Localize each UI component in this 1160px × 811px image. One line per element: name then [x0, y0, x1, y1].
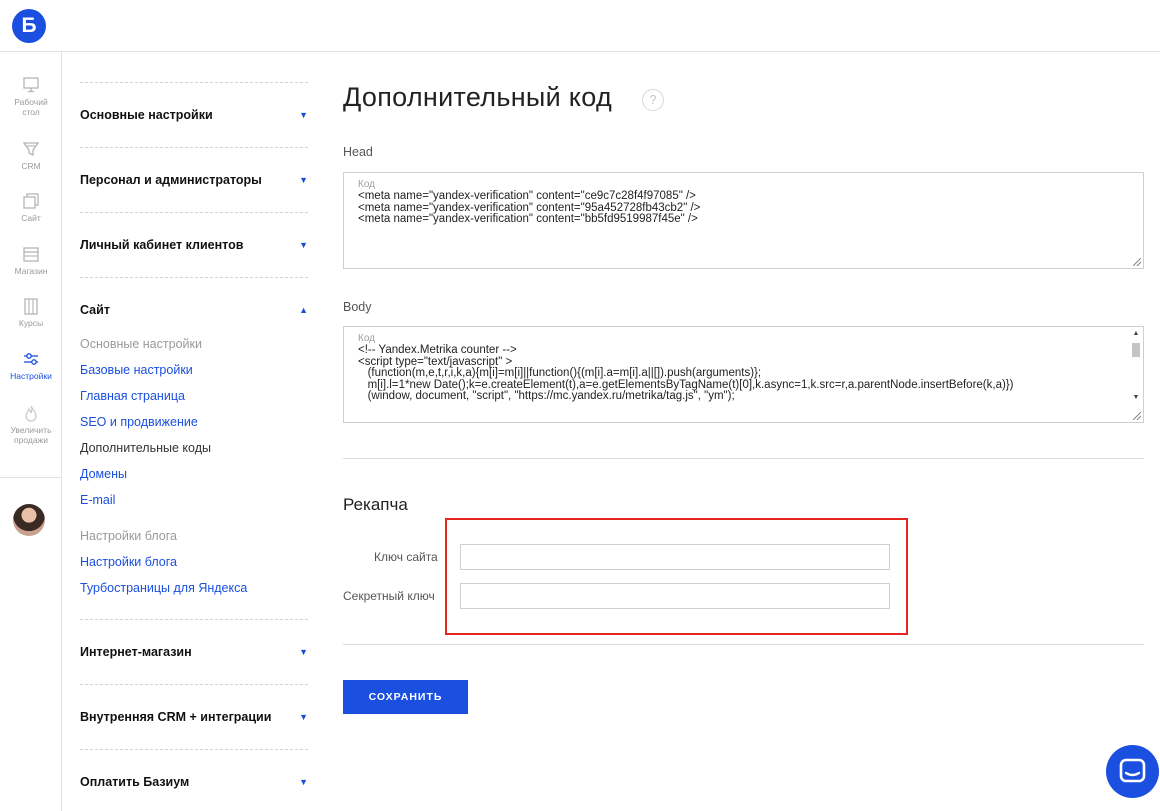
- site-pages-icon: [23, 193, 39, 209]
- menu-section-title: Личный кабинет клиентов: [80, 238, 244, 252]
- head-code-textarea[interactable]: Код <meta name="yandex-verification" con…: [343, 172, 1144, 269]
- menu-section-title: Интернет-магазин: [80, 645, 192, 659]
- brand-logo[interactable]: Б: [12, 9, 46, 43]
- chevron-down-icon: ▼: [299, 110, 308, 120]
- rail-item-settings[interactable]: Настройки: [0, 350, 62, 381]
- top-header: Б: [0, 0, 1160, 52]
- monitor-icon: [23, 77, 39, 93]
- rail-item-courses[interactable]: Курсы: [0, 297, 62, 328]
- chevron-down-icon: ▼: [299, 647, 308, 657]
- site-key-input[interactable]: [460, 544, 890, 570]
- user-avatar[interactable]: [13, 504, 45, 536]
- textarea-scrollbar[interactable]: ▲ ▼: [1129, 327, 1143, 422]
- submenu-link-seo[interactable]: SEO и продвижение: [80, 409, 308, 435]
- chevron-down-icon: ▼: [299, 712, 308, 722]
- scroll-up-arrow-icon[interactable]: ▲: [1129, 327, 1143, 341]
- chat-bubble-icon: [1119, 758, 1146, 783]
- menu-section-client-cabinet[interactable]: Личный кабинет клиентов ▼: [80, 213, 308, 277]
- secret-key-input[interactable]: [460, 583, 890, 609]
- shop-icon: [23, 247, 39, 262]
- chevron-down-icon: ▼: [299, 777, 308, 787]
- recaptcha-title: Рекапча: [343, 495, 408, 514]
- submenu-link-blog-settings[interactable]: Настройки блога: [80, 549, 308, 575]
- flame-icon: [25, 405, 37, 422]
- menu-section-main-settings[interactable]: Основные настройки ▼: [80, 83, 308, 147]
- chevron-up-icon: ▲: [299, 305, 308, 315]
- rail-item-boost-sales[interactable]: Увеличить продажи: [0, 404, 62, 445]
- resize-handle-icon[interactable]: [1133, 258, 1141, 266]
- code-line: <meta name="yandex-verification" content…: [358, 190, 696, 202]
- rail-label: Курсы: [18, 318, 44, 328]
- rail-divider: [0, 477, 62, 478]
- rail-label: CRM: [21, 161, 41, 171]
- menu-section-title: Сайт: [80, 303, 110, 317]
- code-line: <meta name="yandex-verification" content…: [358, 213, 698, 225]
- help-icon[interactable]: ?: [642, 89, 664, 111]
- rail-item-crm[interactable]: CRM: [0, 140, 62, 171]
- menu-section-staff[interactable]: Персонал и администраторы ▼: [80, 148, 308, 212]
- menu-section-site[interactable]: Сайт ▲: [80, 278, 308, 342]
- submenu-link-domains[interactable]: Домены: [80, 461, 308, 487]
- menu-section-title: Персонал и администраторы: [80, 173, 262, 187]
- menu-section-pay-bazium[interactable]: Оплатить Базиум ▼: [80, 750, 308, 811]
- menu-section-online-shop[interactable]: Интернет-магазин ▼: [80, 620, 308, 684]
- site-key-label: Ключ сайта: [374, 550, 438, 564]
- save-button[interactable]: СОХРАНИТЬ: [343, 680, 468, 714]
- menu-section-crm-integrations[interactable]: Внутренняя CRM + интеграции ▼: [80, 685, 308, 749]
- rail-item-site[interactable]: Сайт: [0, 192, 62, 223]
- menu-section-title: Внутренняя CRM + интеграции: [80, 710, 272, 724]
- page-title: Дополнительный код: [343, 82, 612, 112]
- resize-handle-icon[interactable]: [1133, 412, 1141, 420]
- rail-label: Рабочий стол: [14, 97, 48, 117]
- courses-icon: [24, 298, 38, 315]
- section-divider: [343, 644, 1144, 645]
- head-label: Head: [343, 145, 373, 159]
- scroll-thumb[interactable]: [1132, 343, 1140, 357]
- body-label: Body: [343, 300, 372, 314]
- submenu-link-email[interactable]: E-mail: [80, 487, 308, 513]
- chat-widget-button[interactable]: [1106, 745, 1159, 798]
- secret-key-label: Секретный ключ: [343, 589, 435, 603]
- rail-item-dashboard[interactable]: Рабочий стол: [0, 76, 62, 117]
- submenu-link-home-page[interactable]: Главная страница: [80, 383, 308, 409]
- submenu-group-header: Настройки блога: [80, 529, 177, 543]
- rail-label: Сайт: [21, 213, 41, 223]
- site-submenu: Основные настройки Базовые настройки Гла…: [80, 331, 308, 601]
- icon-rail: Рабочий стол CRM Сайт Магазин Курсы Настр…: [0, 52, 62, 811]
- rail-item-shop[interactable]: Магазин: [0, 245, 62, 276]
- chevron-down-icon: ▼: [299, 240, 308, 250]
- section-divider: [343, 458, 1144, 459]
- submenu-link-basic-settings[interactable]: Базовые настройки: [80, 357, 308, 383]
- settings-menu: Основные настройки ▼ Персонал и админист…: [80, 52, 308, 811]
- sliders-icon: [24, 353, 38, 365]
- rail-label: Настройки: [10, 371, 52, 381]
- rail-label: Увеличить продажи: [10, 425, 52, 445]
- code-line: (function(m,e,t,r,i,k,a){m[i]=m[i]||func…: [358, 367, 762, 379]
- body-code-textarea[interactable]: Код <!-- Yandex.Metrika counter --> <scr…: [343, 326, 1144, 423]
- menu-section-title: Оплатить Базиум: [80, 775, 190, 789]
- menu-section-title: Основные настройки: [80, 108, 213, 122]
- app-root: Б Рабочий стол CRM Сайт Магазин Курсы Нас…: [0, 0, 1160, 811]
- rail-label: Магазин: [14, 266, 48, 276]
- highlight-box: [445, 518, 908, 635]
- code-line: <!-- Yandex.Metrika counter -->: [358, 344, 517, 356]
- code-line: (window, document, "script", "https://mc…: [358, 390, 735, 402]
- chevron-down-icon: ▼: [299, 175, 308, 185]
- submenu-link-additional-codes[interactable]: Дополнительные коды: [80, 435, 308, 461]
- funnel-icon: [22, 142, 40, 157]
- scroll-down-arrow-icon[interactable]: ▼: [1129, 391, 1143, 405]
- submenu-link-turbo-pages[interactable]: Турбостраницы для Яндекса: [80, 575, 308, 601]
